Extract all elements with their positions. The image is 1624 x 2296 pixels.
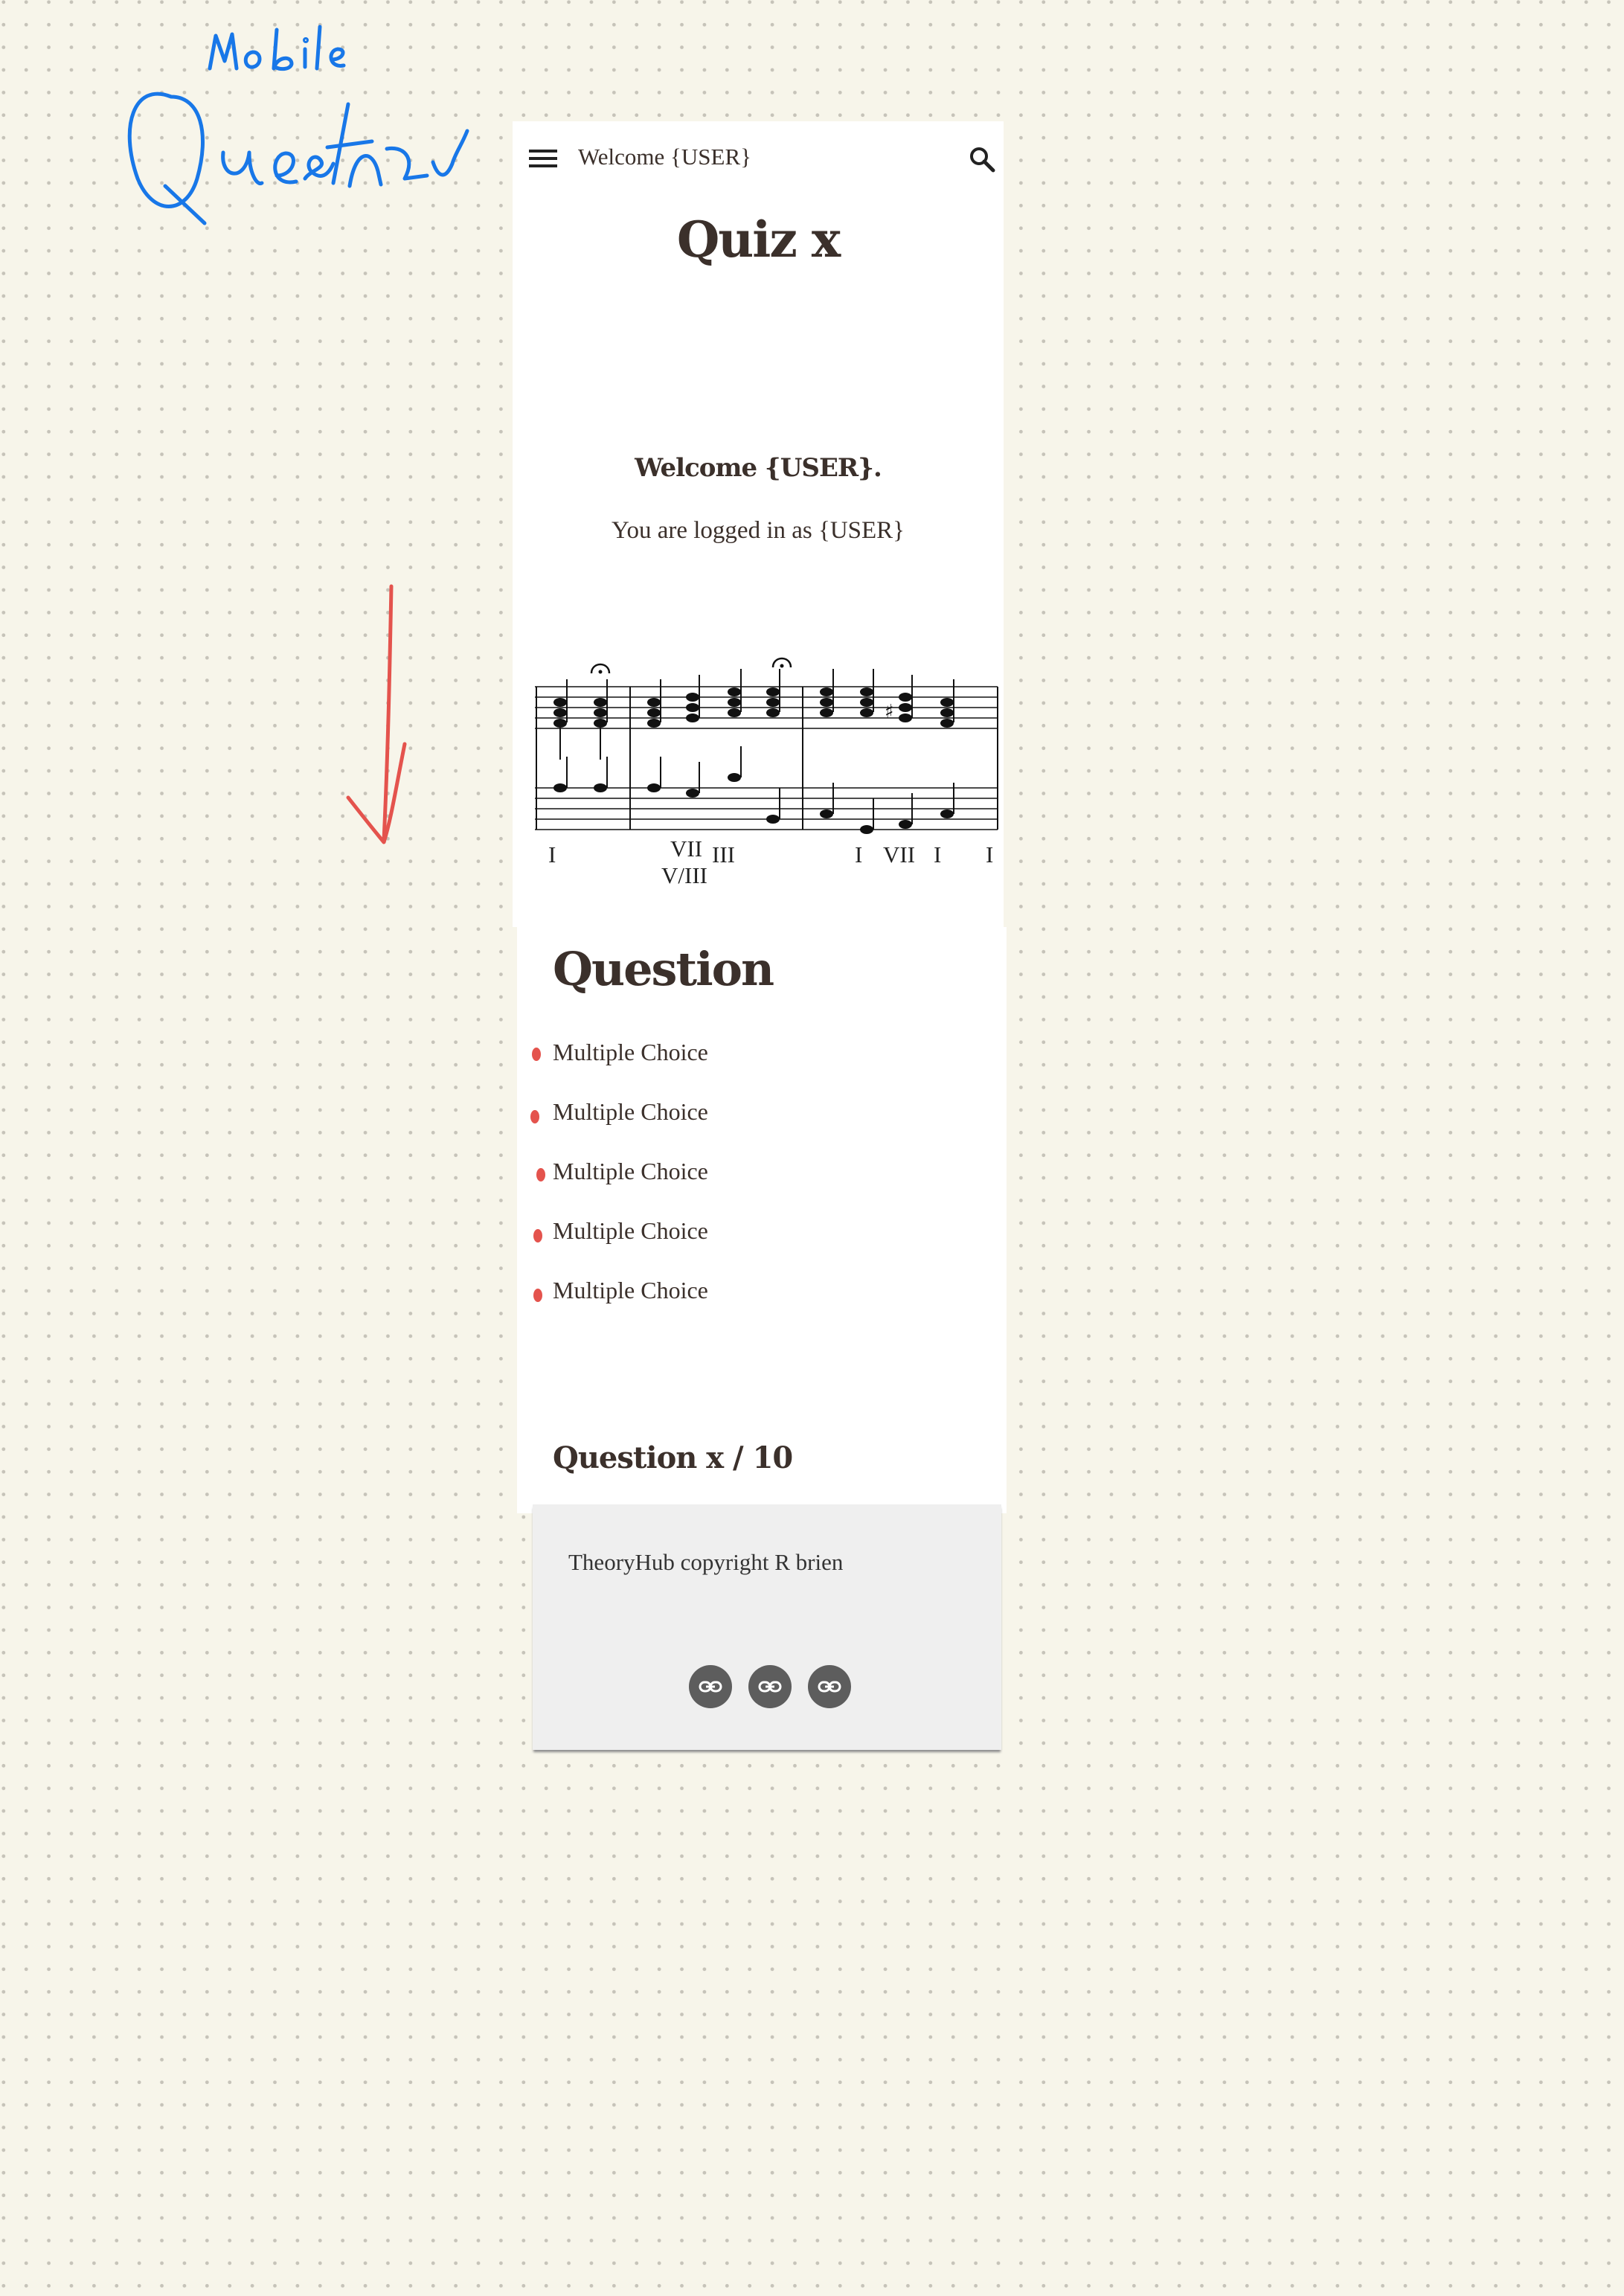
link-button[interactable] [748, 1665, 792, 1708]
arrow-down-icon [346, 584, 407, 844]
music-score-image: ♯ [535, 657, 998, 834]
link-icon [699, 1681, 722, 1693]
svg-text:♯: ♯ [885, 701, 894, 723]
appbar-title: Welcome {USER} [578, 144, 752, 170]
question-heading: Question [553, 942, 774, 996]
radio-marker[interactable] [536, 1168, 545, 1181]
choice-label: Multiple Choice [553, 1098, 708, 1125]
choice-option[interactable]: Multiple Choice [517, 1277, 963, 1306]
roman-numeral: VII [883, 841, 916, 868]
question-section: Question Multiple Choice Multiple Choice… [517, 927, 1007, 1513]
phone-screen-top: Welcome {USER} Quiz x Welcome {USER}. Yo… [513, 121, 1004, 927]
hamburger-menu-icon[interactable] [529, 148, 557, 169]
roman-numeral: I [986, 841, 994, 868]
link-button[interactable] [808, 1665, 851, 1708]
choice-label: Multiple Choice [553, 1158, 708, 1184]
roman-numeral: I [855, 841, 863, 868]
roman-numeral: VII [670, 836, 703, 862]
choice-option[interactable]: Multiple Choice [517, 1039, 963, 1068]
search-icon[interactable] [968, 145, 996, 173]
choice-label: Multiple Choice [553, 1277, 708, 1303]
question-progress: Question x / 10 [553, 1440, 793, 1475]
choice-label: Multiple Choice [553, 1217, 708, 1244]
radio-marker[interactable] [533, 1289, 542, 1302]
choice-label: Multiple Choice [553, 1039, 708, 1065]
choice-option[interactable]: Multiple Choice [517, 1158, 963, 1187]
footer-copyright: TheoryHub copyright R brien [568, 1549, 844, 1575]
radio-marker[interactable] [533, 1229, 542, 1242]
handwritten-annotations [127, 25, 469, 225]
welcome-heading: Welcome {USER}. [635, 453, 882, 483]
radio-marker[interactable] [532, 1048, 541, 1061]
roman-numeral: V/III [661, 862, 707, 888]
roman-numeral: I [548, 841, 556, 868]
link-button[interactable] [689, 1665, 732, 1708]
footer: TheoryHub copyright R brien [533, 1504, 1001, 1750]
roman-numeral: I [934, 841, 942, 868]
radio-marker[interactable] [530, 1110, 539, 1123]
choice-option[interactable]: Multiple Choice [517, 1217, 963, 1247]
link-icon [818, 1681, 841, 1693]
choice-option[interactable]: Multiple Choice [517, 1098, 963, 1128]
logged-in-text: You are logged in as {USER} [611, 517, 905, 544]
page-title: Quiz x [676, 211, 841, 269]
roman-numeral: III [712, 841, 735, 868]
link-icon [758, 1681, 782, 1693]
